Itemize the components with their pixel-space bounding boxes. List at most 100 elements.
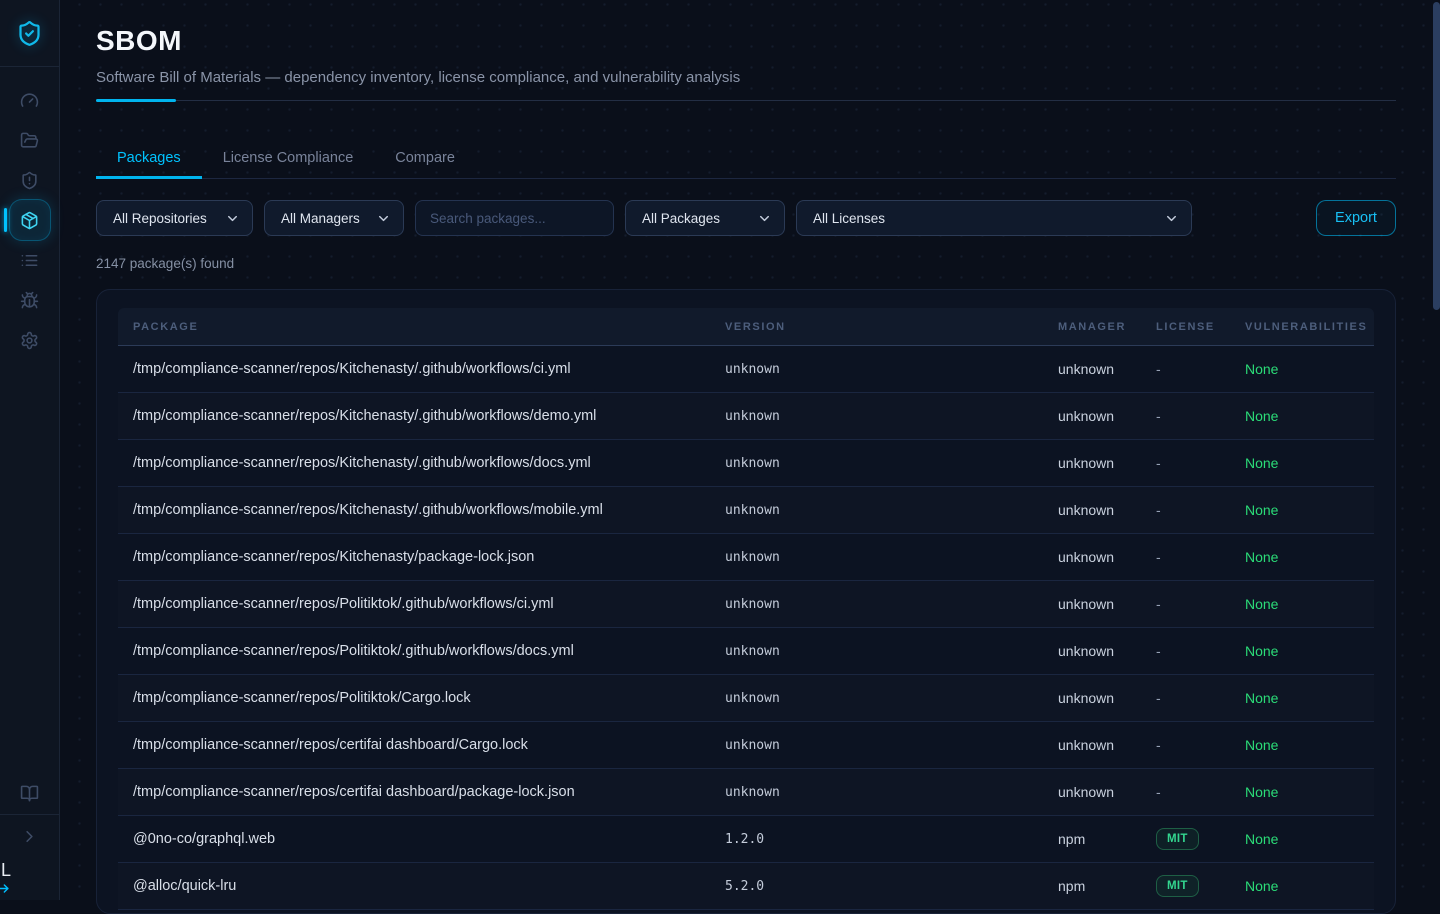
column-header-version: VERSION xyxy=(725,321,1058,333)
table-row: /tmp/compliance-scanner/repos/Politiktok… xyxy=(118,628,1374,675)
folder-icon xyxy=(20,131,39,150)
manager-select-value: All Managers xyxy=(281,211,360,226)
package-select[interactable]: All Packages xyxy=(625,200,785,236)
vulnerabilities-cell: None xyxy=(1245,643,1374,659)
packages-table-card: PACKAGE VERSION MANAGER LICENSE VULNERAB… xyxy=(96,289,1396,914)
sidebar-item-repositories[interactable] xyxy=(9,120,51,160)
sidebar-nav xyxy=(9,80,51,360)
license-badge: MIT xyxy=(1156,875,1199,897)
chevron-down-icon xyxy=(225,211,240,226)
package-cell: /tmp/compliance-scanner/repos/Kitchenast… xyxy=(133,408,725,424)
search-input[interactable] xyxy=(415,200,614,236)
manager-cell: unknown xyxy=(1058,784,1156,800)
package-cell: /tmp/compliance-scanner/repos/Politiktok… xyxy=(133,643,725,659)
version-cell: unknown xyxy=(725,409,1058,424)
manager-cell: npm xyxy=(1058,831,1156,847)
version-cell: unknown xyxy=(725,362,1058,377)
manager-cell: unknown xyxy=(1058,361,1156,377)
gear-icon xyxy=(20,331,39,350)
package-cell: /tmp/compliance-scanner/repos/Kitchenast… xyxy=(133,455,725,471)
package-cell: /tmp/compliance-scanner/repos/certifai d… xyxy=(133,784,725,800)
vulnerabilities-cell: None xyxy=(1245,408,1374,424)
package-cell: @alloc/quick-lru xyxy=(133,878,725,894)
license-badge: MIT xyxy=(1156,828,1199,850)
shield-check-icon xyxy=(16,20,43,47)
license-cell: - xyxy=(1156,596,1245,612)
app-logo xyxy=(0,0,60,67)
chevron-right-icon xyxy=(20,827,39,846)
table-row: @0no-co/graphql.web 1.2.0 npm MIT None xyxy=(118,816,1374,863)
version-cell: 5.2.0 xyxy=(725,879,1058,894)
tab-bar: Packages License Compliance Compare xyxy=(96,138,1396,179)
sidebar-item-settings[interactable] xyxy=(9,320,51,360)
sidebar-item-dashboard[interactable] xyxy=(9,80,51,120)
vulnerabilities-cell: None xyxy=(1245,361,1374,377)
table-row: /tmp/compliance-scanner/repos/Kitchenast… xyxy=(118,487,1374,534)
license-cell: - xyxy=(1156,455,1245,471)
table-row: /tmp/compliance-scanner/repos/Politiktok… xyxy=(118,675,1374,722)
chevron-down-icon xyxy=(757,211,772,226)
package-cell: /tmp/compliance-scanner/repos/Politiktok… xyxy=(133,690,725,706)
page-title: SBOM xyxy=(96,24,1396,58)
version-cell: 1.2.0 xyxy=(725,832,1058,847)
vulnerabilities-cell: None xyxy=(1245,831,1374,847)
version-cell: unknown xyxy=(725,550,1058,565)
sidebar-item-security[interactable] xyxy=(9,160,51,200)
sidebar-item-inventory-list[interactable] xyxy=(9,240,51,280)
table-row: /tmp/compliance-scanner/repos/Kitchenast… xyxy=(118,440,1374,487)
main-content: SBOM Software Bill of Materials — depend… xyxy=(60,0,1440,900)
license-cell: - xyxy=(1156,408,1245,424)
sidebar-item-sbom-packages[interactable] xyxy=(9,199,51,241)
package-cell: /tmp/compliance-scanner/repos/Kitchenast… xyxy=(133,549,725,565)
vulnerabilities-cell: None xyxy=(1245,737,1374,753)
tab-packages[interactable]: Packages xyxy=(96,138,202,178)
license-cell: MIT xyxy=(1156,875,1245,897)
bug-icon xyxy=(20,291,39,310)
column-header-manager: MANAGER xyxy=(1058,321,1156,333)
package-icon xyxy=(20,211,39,230)
license-cell: - xyxy=(1156,549,1245,565)
repository-select-value: All Repositories xyxy=(113,211,207,226)
sidebar-overflow-item[interactable]: L xyxy=(0,860,40,897)
active-nav-indicator xyxy=(4,208,7,232)
header-divider xyxy=(96,100,1396,101)
chevron-down-icon xyxy=(376,211,391,226)
table-row: /tmp/compliance-scanner/repos/Politiktok… xyxy=(118,581,1374,628)
sidebar-item-issues[interactable] xyxy=(9,280,51,320)
license-cell: - xyxy=(1156,784,1245,800)
version-cell: unknown xyxy=(725,456,1058,471)
column-header-vulnerabilities: VULNERABILITIES xyxy=(1245,321,1374,333)
version-cell: unknown xyxy=(725,738,1058,753)
sidebar-item-docs[interactable] xyxy=(9,773,51,813)
license-cell: MIT xyxy=(1156,828,1245,850)
page-subtitle: Software Bill of Materials — dependency … xyxy=(96,68,1396,87)
tab-license-compliance[interactable]: License Compliance xyxy=(202,138,375,178)
vulnerabilities-cell: None xyxy=(1245,596,1374,612)
package-cell: /tmp/compliance-scanner/repos/certifai d… xyxy=(133,737,725,753)
license-select[interactable]: All Licenses xyxy=(796,200,1192,236)
package-cell: /tmp/compliance-scanner/repos/Politiktok… xyxy=(133,596,725,612)
license-select-value: All Licenses xyxy=(813,211,885,226)
manager-cell: unknown xyxy=(1058,690,1156,706)
column-header-license: LICENSE xyxy=(1156,321,1245,333)
table-row: /tmp/compliance-scanner/repos/Kitchenast… xyxy=(118,393,1374,440)
manager-cell: unknown xyxy=(1058,549,1156,565)
tab-compare[interactable]: Compare xyxy=(374,138,476,178)
logout-icon xyxy=(0,880,10,897)
book-open-icon xyxy=(20,784,39,803)
license-cell: - xyxy=(1156,502,1245,518)
version-cell: unknown xyxy=(725,597,1058,612)
vertical-scrollbar[interactable] xyxy=(1433,2,1440,310)
vulnerabilities-cell: None xyxy=(1245,502,1374,518)
table-row: @alloc/quick-lru 5.2.0 npm MIT None xyxy=(118,863,1374,910)
sidebar-collapse-toggle[interactable] xyxy=(9,816,51,856)
sidebar-footer-divider xyxy=(0,814,60,815)
repository-select[interactable]: All Repositories xyxy=(96,200,253,236)
manager-cell: unknown xyxy=(1058,502,1156,518)
vulnerabilities-cell: None xyxy=(1245,549,1374,565)
export-button[interactable]: Export xyxy=(1316,200,1396,236)
manager-select[interactable]: All Managers xyxy=(264,200,404,236)
filter-bar: All Repositories All Managers All Packag… xyxy=(96,200,1396,236)
manager-cell: npm xyxy=(1058,878,1156,894)
header-divider-accent xyxy=(96,99,176,102)
